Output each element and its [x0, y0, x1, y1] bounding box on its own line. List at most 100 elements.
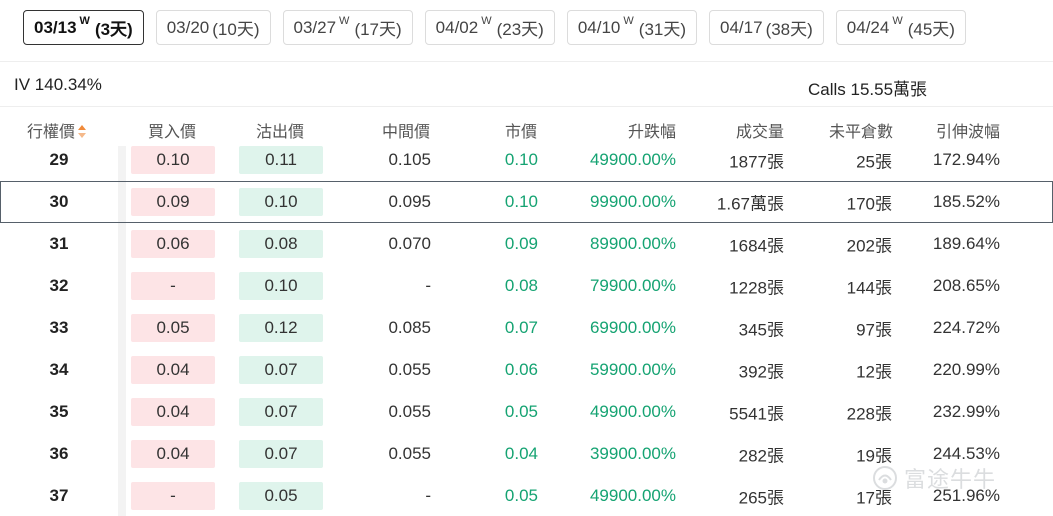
market-price-cell: 0.08 [504, 276, 538, 295]
change-cell: 59900.00% [589, 360, 676, 379]
sort-icon[interactable] [78, 125, 87, 139]
strike-cell: 36 [49, 444, 69, 463]
strike-cell: 34 [49, 360, 69, 379]
expiry-tab[interactable]: 04/24 W (45天) [835, 10, 966, 45]
expiry-tabs: 03/13 W (3天) 03/20 (10天) 03/27 W (17天) 04/02 W… [23, 10, 966, 45]
volume-cell: 1.67萬張 [716, 194, 784, 214]
tab-date: 03/20 [166, 17, 210, 37]
open-interest-cell: 144張 [846, 278, 892, 298]
market-price-cell: 0.06 [504, 360, 538, 379]
tab-days: (10天) [212, 20, 260, 39]
tab-weekly-marker: W [481, 14, 492, 27]
tab-days: (31天) [638, 20, 687, 39]
ask-cell[interactable]: 0.10 [239, 188, 323, 216]
watermark: 富途牛牛 [872, 462, 996, 494]
market-price-cell: 0.09 [504, 234, 538, 253]
implied-vol-cell: 244.53% [932, 444, 1000, 463]
mid-price-cell: 0.055 [388, 444, 431, 463]
expiry-tab[interactable]: 04/17 (38天) [709, 10, 824, 45]
open-interest-cell: 228張 [846, 404, 892, 424]
tab-date: 04/24 [846, 17, 890, 37]
expiry-tab[interactable]: 03/27 W (17天) [282, 10, 413, 45]
ask-cell[interactable]: 0.10 [239, 272, 323, 300]
open-interest-cell: 170張 [846, 194, 892, 214]
table-row[interactable]: 30 0.09 0.10 0.095 0.10 99900.00% 1.67萬張 170張 18… [0, 181, 1053, 223]
ask-cell[interactable]: 0.11 [239, 146, 323, 174]
volume-cell: 392張 [738, 362, 784, 382]
market-price-cell: 0.07 [504, 318, 538, 337]
strike-cell: 35 [49, 402, 69, 421]
table-row[interactable]: 33 0.05 0.12 0.085 0.07 69900.00% 345張 97張 224.7… [0, 307, 1053, 349]
expiry-tab[interactable]: 03/20 (10天) [155, 10, 271, 45]
ask-cell[interactable]: 0.07 [239, 398, 323, 426]
mid-price-cell: 0.095 [388, 192, 431, 211]
iv-summary: IV 140.34% [14, 75, 102, 94]
strike-cell: 31 [49, 234, 69, 253]
change-cell: 49900.00% [589, 150, 676, 169]
tab-date: 04/10 [577, 17, 621, 37]
volume-cell: 345張 [738, 320, 784, 340]
open-interest-cell: 25張 [856, 152, 892, 172]
bid-cell[interactable]: 0.06 [131, 230, 215, 258]
market-price-cell: 0.05 [504, 402, 538, 421]
bid-cell[interactable]: 0.10 [131, 146, 215, 174]
volume-cell: 1684張 [729, 236, 784, 256]
ask-cell[interactable]: 0.12 [239, 314, 323, 342]
mid-price-cell: 0.055 [388, 360, 431, 379]
strike-cell: 33 [49, 318, 69, 337]
table-row[interactable]: 31 0.06 0.08 0.070 0.09 89900.00% 1684張 202張 189… [0, 223, 1053, 265]
bid-cell[interactable]: 0.04 [131, 440, 215, 468]
tab-weekly-marker: W [623, 14, 634, 27]
change-cell: 69900.00% [589, 318, 676, 337]
bid-cell[interactable]: 0.04 [131, 398, 215, 426]
expiry-tab[interactable]: 03/13 W (3天) [23, 10, 144, 45]
ask-cell[interactable]: 0.08 [239, 230, 323, 258]
ask-cell[interactable]: 0.07 [239, 440, 323, 468]
volume-cell: 5541張 [729, 404, 784, 424]
expiry-tab[interactable]: 04/10 W (31天) [566, 10, 698, 45]
mid-price-cell: - [425, 276, 431, 295]
futu-logo-icon [873, 466, 897, 490]
bid-cell[interactable]: 0.04 [131, 356, 215, 384]
volume-cell: 1877張 [729, 152, 784, 172]
ask-cell[interactable]: 0.05 [239, 482, 323, 510]
tab-days: (45天) [907, 20, 955, 39]
table-row[interactable]: 32-0.10-0.08 79900.00% 1228張 144張 208.65% [0, 265, 1053, 307]
strike-cell: 29 [49, 150, 69, 169]
expiry-tab[interactable]: 04/02 W (23天) [424, 10, 555, 45]
tab-days: (23天) [496, 20, 544, 39]
tab-date: 03/13 [34, 17, 77, 37]
table-row[interactable]: 29 0.10 0.11 0.105 0.10 49900.00% 1877張 25張 172.… [0, 139, 1053, 181]
implied-vol-cell: 232.99% [932, 402, 1000, 421]
ask-cell[interactable]: 0.07 [239, 356, 323, 384]
change-cell: 89900.00% [589, 234, 676, 253]
change-cell: 79900.00% [589, 276, 676, 295]
bid-cell[interactable]: 0.09 [131, 188, 215, 216]
change-cell: 49900.00% [589, 402, 676, 421]
watermark-text: 富途牛牛 [904, 467, 997, 492]
option-chain-table: 29 0.10 0.11 0.105 0.10 49900.00% 1877張 25張 172.… [0, 139, 1053, 516]
strike-cell: 30 [49, 192, 69, 211]
bid-cell[interactable]: - [131, 482, 215, 510]
volume-cell: 282張 [738, 446, 784, 466]
mid-price-cell: - [425, 486, 431, 505]
tab-weekly-marker: W [339, 14, 350, 27]
bid-cell[interactable]: - [131, 272, 215, 300]
market-price-cell: 0.10 [504, 150, 538, 169]
market-price-cell: 0.10 [504, 192, 538, 211]
implied-vol-cell: 208.65% [932, 276, 1000, 295]
implied-vol-cell: 185.52% [932, 192, 1000, 211]
volume-cell: 1228張 [729, 278, 784, 298]
calls-summary: Calls 15.55萬張 [808, 80, 928, 99]
implied-vol-cell: 224.72% [932, 318, 1000, 337]
implied-vol-cell: 172.94% [932, 150, 1000, 169]
table-row[interactable]: 34 0.04 0.07 0.055 0.06 59900.00% 392張 12張 220.9… [0, 349, 1053, 391]
mid-price-cell: 0.105 [388, 150, 431, 169]
change-cell: 99900.00% [589, 192, 676, 211]
tab-days: (38天) [765, 20, 813, 39]
open-interest-cell: 12張 [856, 362, 892, 382]
table-row[interactable]: 35 0.04 0.07 0.055 0.05 49900.00% 5541張 228張 232… [0, 391, 1053, 433]
volume-cell: 265張 [738, 488, 784, 508]
strike-cell: 32 [49, 276, 69, 295]
bid-cell[interactable]: 0.05 [131, 314, 215, 342]
